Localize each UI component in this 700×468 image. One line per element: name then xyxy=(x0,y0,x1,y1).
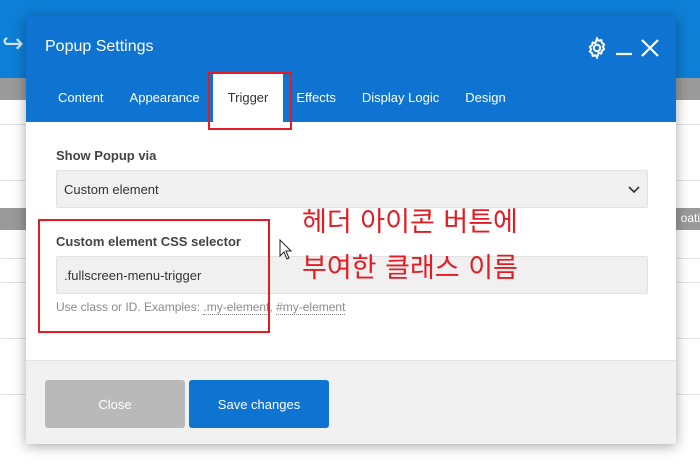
tab-design[interactable]: Design xyxy=(452,72,518,122)
redo-icon: ↪ xyxy=(2,28,24,58)
tab-appearance[interactable]: Appearance xyxy=(117,72,213,122)
show-popup-via-label: Show Popup via xyxy=(56,148,157,163)
annotation-line-2: 부여한 클래스 이름 xyxy=(302,253,518,284)
chevron-down-icon xyxy=(628,182,640,197)
css-selector-highlight xyxy=(38,219,270,333)
example-id: #my-element xyxy=(276,300,346,315)
save-changes-button[interactable]: Save changes xyxy=(189,380,329,428)
tab-content[interactable]: Content xyxy=(45,72,117,122)
select-value: Custom element xyxy=(64,181,159,197)
close-button[interactable]: Close xyxy=(45,380,185,428)
modal-footer: Close Save changes xyxy=(26,360,676,444)
trigger-tab-highlight xyxy=(208,72,292,130)
header-icons xyxy=(585,36,661,65)
modal-title: Popup Settings xyxy=(45,38,154,55)
tab-display-logic[interactable]: Display Logic xyxy=(349,72,452,122)
mouse-cursor-icon xyxy=(279,238,293,266)
close-icon[interactable] xyxy=(639,37,661,64)
annotation-line-1: 헤더 아이콘 버튼에 xyxy=(302,207,518,238)
modal-header: Popup Settings Content Appearance Trigge… xyxy=(26,16,676,122)
show-popup-via-select[interactable]: Custom element xyxy=(56,170,648,208)
gear-icon[interactable] xyxy=(585,36,609,65)
minimize-icon[interactable] xyxy=(615,36,633,65)
background-column-label: oati xyxy=(680,211,700,225)
tab-effects[interactable]: Effects xyxy=(283,72,349,122)
